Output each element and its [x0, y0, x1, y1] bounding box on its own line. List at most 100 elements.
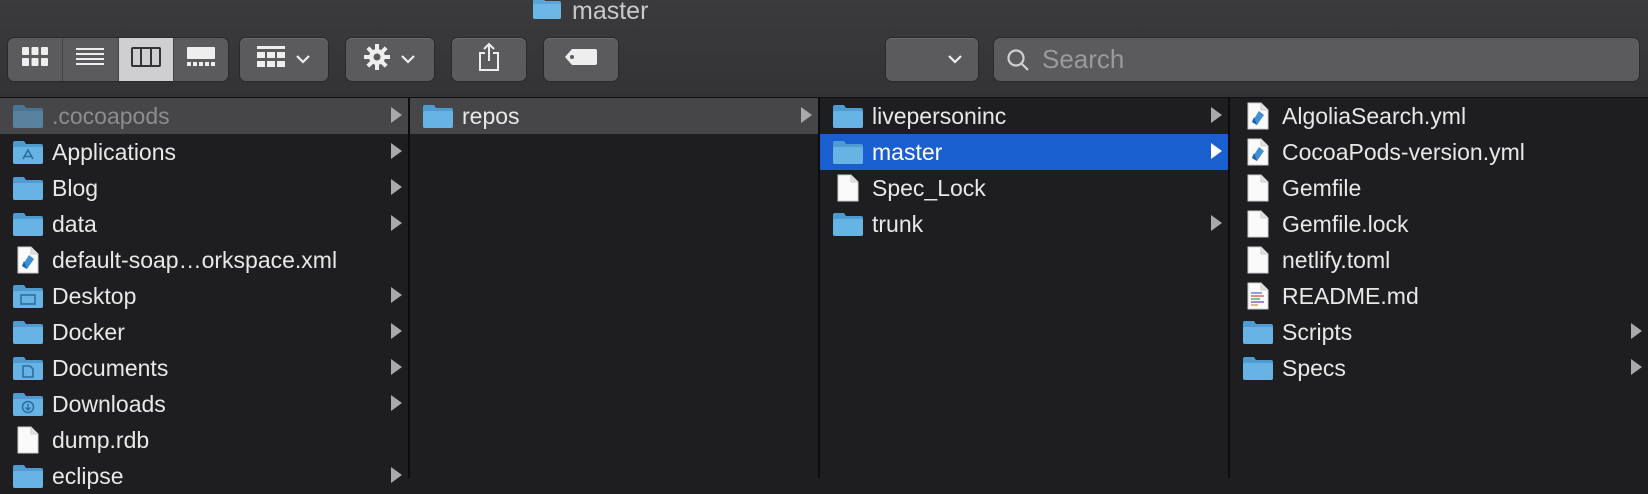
tag-icon [564, 48, 598, 71]
folder-icon [532, 0, 562, 27]
item-name: data [52, 210, 97, 237]
disclosure-arrow-icon [391, 143, 402, 159]
list-item[interactable]: .cocoapods [0, 98, 408, 134]
search-input[interactable] [1040, 43, 1604, 76]
list-item[interactable]: Blog [0, 170, 408, 206]
file-icon [1242, 174, 1274, 202]
list-item[interactable]: CocoaPods-version.yml [1230, 134, 1648, 170]
list-item[interactable]: Gemfile [1230, 170, 1648, 206]
folder-desktop-icon [12, 282, 44, 310]
disclosure-arrow-icon [391, 359, 402, 375]
group-by-button[interactable] [240, 38, 328, 81]
folder-icon [422, 102, 454, 130]
gallery-view-icon [186, 46, 216, 73]
item-name: Downloads [52, 390, 166, 417]
folder-icon [832, 102, 864, 130]
disclosure-arrow-icon [391, 395, 402, 411]
list-item[interactable]: data [0, 206, 408, 242]
disclosure-arrow-icon [391, 287, 402, 303]
disclosure-arrow-icon [1211, 215, 1222, 231]
list-view-button[interactable] [63, 38, 119, 81]
share-button[interactable] [452, 38, 526, 81]
disclosure-arrow-icon [1631, 323, 1642, 339]
window-title-text: master [572, 0, 649, 25]
item-name: livepersoninc [872, 102, 1007, 129]
list-item[interactable]: netlify.toml [1230, 242, 1648, 278]
disclosure-arrow-icon [801, 107, 812, 123]
item-name: dump.rdb [52, 426, 150, 453]
xml-file-icon [1242, 102, 1274, 130]
arrange-dropdown[interactable] [886, 38, 978, 81]
item-name: repos [462, 102, 520, 129]
list-item[interactable]: Docker [0, 314, 408, 350]
search-field[interactable] [994, 38, 1639, 81]
item-name: Docker [52, 318, 125, 345]
list-item[interactable]: Documents [0, 350, 408, 386]
disclosure-arrow-icon [391, 323, 402, 339]
list-item[interactable]: Spec_Lock [820, 170, 1228, 206]
item-name: Gemfile [1282, 174, 1362, 201]
chevron-down-icon [947, 51, 963, 69]
group-grid-icon [257, 46, 285, 73]
list-item[interactable]: repos [410, 98, 818, 134]
item-name: Blog [52, 174, 99, 201]
folder-docs-icon [12, 354, 44, 382]
xml-file-icon [1242, 138, 1274, 166]
file-icon [12, 426, 44, 454]
icon-view-icon [21, 46, 49, 73]
list-item[interactable]: eclipse [0, 458, 408, 494]
list-item[interactable]: AlgoliaSearch.yml [1230, 98, 1648, 134]
column-cocoapods[interactable]: repos [410, 98, 820, 478]
folder-icon [12, 462, 44, 490]
chevron-down-icon [295, 51, 311, 69]
column-repos[interactable]: livepersoninc master Spec_Locktrunk [820, 98, 1230, 478]
folder-apps-icon [12, 138, 44, 166]
gallery-view-button[interactable] [173, 38, 228, 81]
column-view-icon [130, 46, 161, 73]
list-item[interactable]: master [820, 134, 1228, 170]
folder-icon [1242, 318, 1274, 346]
list-item[interactable]: default-soap…orkspace.xml [0, 242, 408, 278]
gear-icon [364, 44, 390, 75]
column-browser: .cocoapods Applications Blog data default-so… [0, 98, 1648, 489]
icon-view-button[interactable] [8, 38, 64, 81]
edit-tags-button[interactable] [544, 38, 618, 81]
share-icon [477, 42, 501, 77]
list-item[interactable]: Desktop [0, 278, 408, 314]
view-mode-segmented-control [8, 38, 228, 81]
item-name: netlify.toml [1282, 246, 1391, 273]
folder-icon [12, 210, 44, 238]
disclosure-arrow-icon [391, 467, 402, 483]
folder-icon [12, 174, 44, 202]
list-item[interactable]: dump.rdb [0, 422, 408, 458]
text-file-icon [1242, 282, 1274, 310]
xml-file-icon [12, 246, 44, 274]
item-name: eclipse [52, 462, 124, 489]
item-name: Scripts [1282, 318, 1353, 345]
list-item[interactable]: livepersoninc [820, 98, 1228, 134]
column-master[interactable]: AlgoliaSearch.yml CocoaPods-version.yml Ge… [1230, 98, 1648, 478]
list-item[interactable]: Scripts [1230, 314, 1648, 350]
search-icon [1006, 48, 1030, 72]
item-name: Gemfile.lock [1282, 210, 1409, 237]
folder-icon [1242, 354, 1274, 382]
list-item[interactable]: Specs [1230, 350, 1648, 386]
item-name: Desktop [52, 282, 137, 309]
column-view-button[interactable] [118, 38, 174, 81]
list-item[interactable]: Gemfile.lock [1230, 206, 1648, 242]
list-view-icon [76, 46, 105, 73]
list-item[interactable]: trunk [820, 206, 1228, 242]
item-name: Applications [52, 138, 177, 165]
file-icon [1242, 210, 1274, 238]
list-item[interactable]: Applications [0, 134, 408, 170]
folder-downloads-icon [12, 390, 44, 418]
list-item[interactable]: Downloads [0, 386, 408, 422]
disclosure-arrow-icon [391, 215, 402, 231]
disclosure-arrow-icon [391, 179, 402, 195]
action-menu-button[interactable] [346, 38, 434, 81]
item-name: .cocoapods [52, 102, 170, 129]
column-home[interactable]: .cocoapods Applications Blog data default-so… [0, 98, 410, 489]
folder-icon [832, 138, 864, 166]
list-item[interactable]: README.md [1230, 278, 1648, 314]
item-name: Spec_Lock [872, 174, 986, 201]
